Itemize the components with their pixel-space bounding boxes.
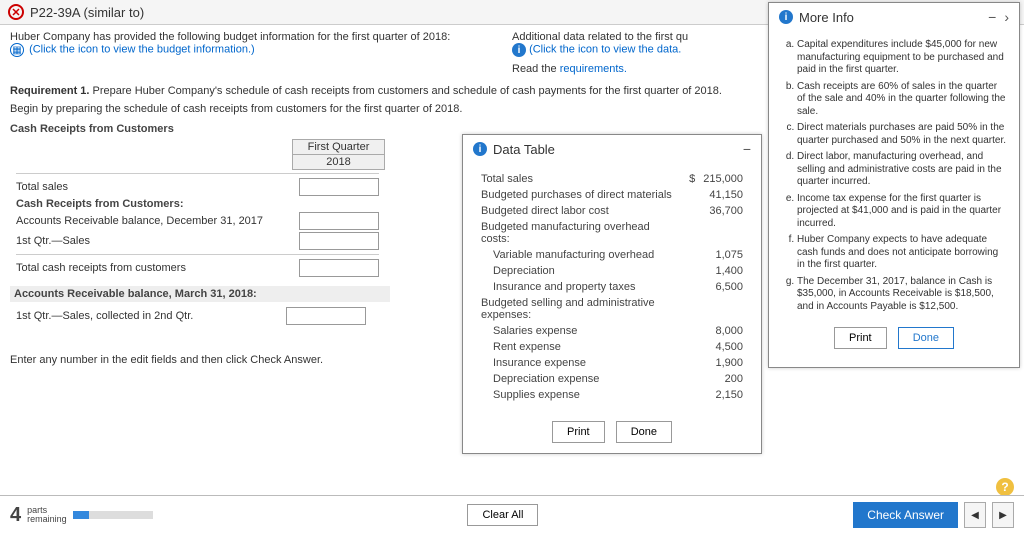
col-header-1: First Quarter	[293, 140, 385, 155]
data-row-value: 1,900	[699, 355, 747, 371]
more-info-item: The December 31, 2017, balance in Cash i…	[797, 276, 1007, 314]
data-row-label: Supplies expense	[477, 387, 685, 403]
data-table-print-button[interactable]: Print	[552, 421, 605, 443]
requirement-text: Prepare Huber Company's schedule of cash…	[93, 85, 722, 97]
help-icon[interactable]: ?	[996, 478, 1014, 496]
progress-bar	[73, 511, 153, 519]
data-row-value: 41,150	[699, 187, 747, 203]
data-row-label: Budgeted purchases of direct materials	[477, 187, 685, 203]
data-row-label: Budgeted manufacturing overhead costs:	[477, 219, 685, 247]
data-row-value	[699, 295, 747, 323]
more-info-item: Capital expenditures include $45,000 for…	[797, 39, 1007, 77]
ar-march-heading: Accounts Receivable balance, March 31, 2…	[10, 286, 390, 302]
data-row-label: Depreciation	[477, 263, 685, 279]
next-icon[interactable]: ▶	[992, 502, 1014, 528]
data-row-label: Budgeted direct labor cost	[477, 203, 685, 219]
parts-count: 4	[10, 504, 21, 527]
data-row-value: 215,000	[699, 171, 747, 187]
close-icon[interactable]: ✕	[8, 4, 24, 20]
minimize-icon[interactable]: −	[988, 9, 996, 25]
more-info-item: Cash receipts are 60% of sales in the qu…	[797, 81, 1007, 119]
row-collected-2nd-label: 1st Qtr.—Sales, collected in 2nd Qtr.	[10, 306, 280, 326]
ar-march-table: 1st Qtr.—Sales, collected in 2nd Qtr.	[10, 306, 372, 326]
data-row-value: 1,075	[699, 247, 747, 263]
clear-all-button[interactable]: Clear All	[467, 504, 538, 526]
data-row-value	[699, 219, 747, 247]
data-row-value: 1,400	[699, 263, 747, 279]
intro-right-text: Additional data related to the first qu	[512, 31, 688, 43]
prev-icon[interactable]: ◀	[964, 502, 986, 528]
data-row-label: Salaries expense	[477, 323, 685, 339]
read-text: Read the	[512, 63, 560, 75]
receipts-subheading: Cash Receipts from Customers:	[10, 197, 385, 211]
more-info-item: Huber Company expects to have adequate c…	[797, 234, 1007, 272]
more-info-item: Income tax expense for the first quarter…	[797, 193, 1007, 231]
info-icon: i	[779, 10, 793, 24]
data-row-label: Variable manufacturing overhead	[477, 247, 685, 263]
data-row-label: Total sales	[477, 171, 685, 187]
grid-icon[interactable]: ▦	[10, 43, 24, 57]
data-row-value: 36,700	[699, 203, 747, 219]
check-answer-button[interactable]: Check Answer	[853, 502, 958, 528]
more-info-print-button[interactable]: Print	[834, 327, 887, 349]
more-info-item: Direct labor, manufacturing overhead, an…	[797, 151, 1007, 189]
data-row-value: 2,150	[699, 387, 747, 403]
parts-label-2: remaining	[27, 515, 67, 524]
data-table-title: Data Table	[493, 142, 555, 157]
data-row-label: Insurance expense	[477, 355, 685, 371]
data-row-value: 200	[699, 371, 747, 387]
schedule-table: First Quarter 2018 Total sales Cash Rece…	[10, 139, 385, 278]
col-header-2: 2018	[293, 155, 385, 170]
data-row-label: Depreciation expense	[477, 371, 685, 387]
chevron-right-icon[interactable]: ›	[1004, 9, 1009, 25]
data-row-label: Insurance and property taxes	[477, 279, 685, 295]
data-table-popup: i Data Table − Total sales$215,000Budget…	[462, 134, 762, 454]
data-row-label: Rent expense	[477, 339, 685, 355]
total-sales-input[interactable]	[299, 178, 379, 196]
more-info-popup: i More Info − › Capital expenditures inc…	[768, 2, 1020, 368]
data-link[interactable]: (Click the icon to view the data.	[529, 44, 681, 56]
row-total-cash-label: Total cash receipts from customers	[10, 258, 280, 278]
row-total-sales-label: Total sales	[10, 177, 280, 197]
ar-balance-input[interactable]	[299, 212, 379, 230]
more-info-title: More Info	[799, 10, 854, 25]
requirements-link[interactable]: requirements.	[560, 63, 627, 75]
first-qtr-input[interactable]	[299, 232, 379, 250]
total-cash-input[interactable]	[299, 259, 379, 277]
row-1st-qtr-label: 1st Qtr.—Sales	[10, 231, 280, 251]
minimize-icon[interactable]: −	[743, 141, 751, 157]
data-row-label: Budgeted selling and administrative expe…	[477, 295, 685, 323]
collected-2nd-input[interactable]	[286, 307, 366, 325]
intro-left-text: Huber Company has provided the following…	[10, 31, 450, 43]
row-ar-balance-label: Accounts Receivable balance, December 31…	[10, 211, 280, 231]
more-info-item: Direct materials purchases are paid 50% …	[797, 122, 1007, 147]
page-title: P22-39A (similar to)	[30, 5, 144, 20]
data-row-value: 6,500	[699, 279, 747, 295]
data-row-value: 4,500	[699, 339, 747, 355]
requirement-label: Requirement 1.	[10, 85, 89, 97]
data-row-value: 8,000	[699, 323, 747, 339]
data-table-done-button[interactable]: Done	[616, 421, 672, 443]
budget-info-link[interactable]: (Click the icon to view the budget infor…	[29, 44, 255, 56]
info-icon: i	[473, 142, 487, 156]
footer: 4 parts remaining Clear All Check Answer…	[0, 495, 1024, 534]
more-info-done-button[interactable]: Done	[898, 327, 954, 349]
info-icon[interactable]: i	[512, 43, 526, 57]
